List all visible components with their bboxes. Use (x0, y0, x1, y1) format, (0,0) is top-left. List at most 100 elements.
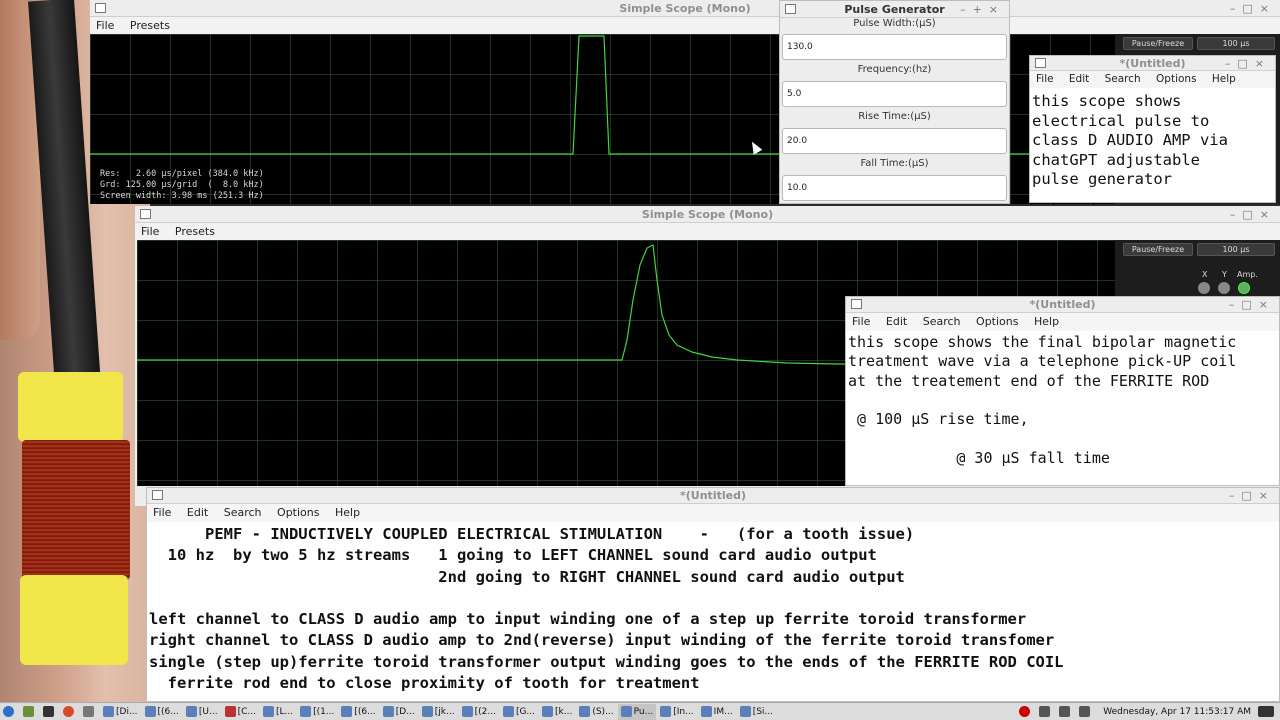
show-desktop-icon[interactable] (1255, 704, 1279, 720)
task-label: [L... (275, 706, 294, 717)
task-label: [(6... (354, 706, 376, 717)
y-knob[interactable] (1218, 282, 1230, 294)
frequency-input[interactable]: 5.0 (782, 81, 1007, 107)
task-label: [(1... (313, 706, 335, 717)
menu-edit[interactable]: Edit (187, 506, 208, 519)
task-13[interactable]: (S)... (576, 704, 616, 720)
x-knob-label: X (1202, 270, 1208, 279)
task-10[interactable]: [(2... (459, 704, 499, 720)
menu-edit[interactable]: Edit (1069, 73, 1089, 85)
task-7[interactable]: [(6... (338, 704, 378, 720)
window-title: Simple Scope (Mono) (619, 2, 751, 15)
task-8[interactable]: [D... (380, 704, 418, 720)
network-icon[interactable] (1036, 704, 1055, 720)
window-controls[interactable]: –□× (1230, 206, 1276, 223)
clock[interactable]: Wednesday, Apr 17 11:53:17 AM (1100, 704, 1254, 720)
menu-file[interactable]: File (141, 225, 159, 238)
menu-file[interactable]: File (1036, 73, 1054, 85)
start-menu-icon[interactable] (0, 704, 19, 720)
task-3[interactable]: [U... (183, 704, 221, 720)
frequency-label: Frequency:(hz) (857, 64, 932, 75)
task-15[interactable]: [In... (657, 704, 696, 720)
window-title: Simple Scope (Mono) (641, 208, 774, 221)
task-1[interactable]: [Di... (100, 704, 141, 720)
task-16[interactable]: IM... (698, 704, 736, 720)
title-bar[interactable]: *(Untitled) –□× (147, 488, 1279, 504)
scope-readout: Res: 2.60 µs/pixel (384.0 kHz) Grd: 125.… (100, 169, 264, 201)
editor-text-area[interactable]: this scope shows electrical pulse to cla… (1030, 88, 1275, 194)
task-4[interactable]: [C... (222, 704, 259, 720)
menu-help[interactable]: Help (1034, 315, 1059, 328)
menu-search[interactable]: Search (923, 315, 961, 328)
menu-file[interactable]: File (96, 19, 114, 32)
task-11[interactable]: [G... (500, 704, 538, 720)
window-icon (152, 490, 163, 500)
pulse-width-input[interactable]: 130.0 (782, 34, 1007, 60)
title-bar[interactable]: *(Untitled) –□× (846, 297, 1279, 313)
editor-text-area[interactable]: PEMF - INDUCTIVELY COUPLED ELECTRICAL ST… (147, 522, 1279, 696)
task-6[interactable]: [(1... (297, 704, 337, 720)
task-12[interactable]: [k... (539, 704, 575, 720)
task-label: Pu... (633, 706, 654, 717)
window-icon (1035, 58, 1046, 68)
pause-freeze-button[interactable]: Pause/Freeze (1123, 243, 1193, 256)
menu-search[interactable]: Search (224, 506, 262, 519)
task-5[interactable]: [L... (260, 704, 296, 720)
rise-time-input[interactable]: 20.0 (782, 128, 1007, 154)
record-icon[interactable] (1016, 704, 1035, 720)
terminal-icon[interactable] (40, 704, 59, 720)
task-2[interactable]: [(6... (142, 704, 182, 720)
menu-file[interactable]: File (153, 506, 171, 519)
menu-bar: File Edit Search Options Help (147, 504, 1279, 522)
scope-side-panel: Pause/Freeze 100 µs X Y Amp. (1115, 240, 1280, 298)
window-controls[interactable]: –□× (1230, 0, 1276, 17)
timebase-selector[interactable]: 100 µs (1197, 243, 1275, 256)
title-bar[interactable]: Pulse Generator –+× (780, 1, 1009, 18)
amp-knob-label: Amp. (1237, 270, 1258, 279)
window-controls[interactable]: –□× (1229, 488, 1275, 504)
menu-help[interactable]: Help (1212, 73, 1236, 85)
app-launcher-icon[interactable] (80, 704, 99, 720)
pause-freeze-button[interactable]: Pause/Freeze (1123, 37, 1193, 50)
menu-options[interactable]: Options (976, 315, 1018, 328)
menu-file[interactable]: File (852, 315, 870, 328)
amp-knob[interactable] (1238, 282, 1250, 294)
title-bar[interactable]: *(Untitled) –□× (1030, 56, 1275, 71)
title-bar[interactable]: Simple Scope (Mono) –□× (90, 0, 1280, 17)
task-17[interactable]: [Si... (737, 704, 776, 720)
menu-search[interactable]: Search (1105, 73, 1141, 85)
menu-edit[interactable]: Edit (886, 315, 907, 328)
volume-icon[interactable] (1056, 704, 1075, 720)
text-editor-bottom: *(Untitled) –□× File Edit Search Options… (146, 487, 1280, 702)
window-icon (140, 209, 151, 219)
timebase-selector[interactable]: 100 µs (1197, 37, 1275, 50)
task-label: [U... (198, 706, 218, 717)
menu-presets[interactable]: Presets (175, 225, 215, 238)
window-controls[interactable]: –□× (1225, 56, 1271, 71)
window-controls[interactable]: –+× (960, 1, 1005, 18)
title-bar[interactable]: Simple Scope (Mono) –□× (135, 206, 1280, 223)
menu-bar: File Edit Search Options Help (846, 313, 1279, 331)
window-title: *(Untitled) (680, 489, 746, 502)
fall-time-input[interactable]: 10.0 (782, 175, 1007, 201)
tape-image (20, 575, 128, 665)
battery-icon[interactable] (1076, 704, 1095, 720)
window-icon (785, 4, 796, 14)
browser-icon[interactable] (60, 704, 79, 720)
menu-help[interactable]: Help (335, 506, 360, 519)
file-manager-icon[interactable] (20, 704, 39, 720)
rise-time-label: Rise Time:(µS) (858, 111, 931, 122)
window-title: Pulse Generator (844, 3, 945, 16)
menu-options[interactable]: Options (277, 506, 319, 519)
x-knob[interactable] (1198, 282, 1210, 294)
task-14[interactable]: Pu... (617, 703, 657, 720)
editor-text-area[interactable]: this scope shows the final bipolar magne… (846, 331, 1279, 470)
y-knob-label: Y (1222, 270, 1227, 279)
text-editor-middle: *(Untitled) –□× File Edit Search Options… (845, 296, 1280, 486)
task-9[interactable]: [jk... (419, 704, 458, 720)
menu-bar: File Presets (90, 17, 1280, 34)
fall-time-label: Fall Time:(µS) (860, 158, 929, 169)
menu-options[interactable]: Options (1156, 73, 1197, 85)
window-controls[interactable]: –□× (1229, 297, 1275, 313)
menu-presets[interactable]: Presets (130, 19, 170, 32)
